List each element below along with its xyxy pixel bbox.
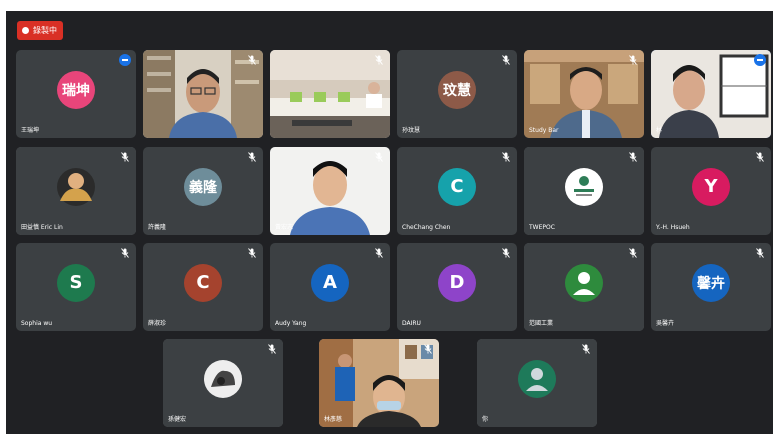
participant-name: 許義隆: [148, 224, 167, 231]
mic-muted-icon[interactable]: [267, 344, 277, 354]
participant-avatar: C: [438, 167, 476, 206]
participant-tile[interactable]: [270, 50, 390, 138]
mic-muted-icon[interactable]: [501, 248, 511, 258]
mic-muted-icon[interactable]: [501, 152, 511, 162]
participant-avatar: 玟慧: [438, 70, 476, 109]
participant-name: 林彥慈: [324, 416, 343, 423]
mic-muted-icon[interactable]: [247, 248, 257, 258]
participant-name: Audy Yang: [275, 320, 307, 327]
participant-name: Y.-H. Hsueh: [656, 224, 690, 231]
participant-name: 你: [482, 416, 489, 423]
participant-tile[interactable]: C CheChang Chen: [397, 147, 517, 235]
recording-label: 錄製中: [33, 26, 57, 35]
participant-name: CheChang Chen: [402, 224, 451, 231]
participant-tile[interactable]: 林彥慈: [319, 339, 439, 427]
participant-avatar: 馨卉: [692, 263, 730, 302]
participant-avatar: 義隆: [184, 167, 222, 206]
participant-tile[interactable]: D DAIRU: [397, 243, 517, 331]
speaking-icon: [754, 54, 766, 66]
mic-muted-icon[interactable]: [755, 248, 765, 258]
meeting-grid: 錄製中 瑞坤王瑞坤 玟慧孙玟慧 Study Bar 林田益慎 Eric Lin 義隆許義…: [6, 11, 773, 434]
mic-muted-icon[interactable]: [628, 152, 638, 162]
mic-muted-icon[interactable]: [755, 152, 765, 162]
participant-tile[interactable]: A Audy Yang: [270, 243, 390, 331]
participant-tile[interactable]: 林: [651, 50, 771, 138]
participant-tile[interactable]: S Sophia wu: [16, 243, 136, 331]
participant-tile[interactable]: 孫健宏: [163, 339, 283, 427]
participant-tile[interactable]: TWEPOC: [524, 147, 644, 235]
mic-muted-icon[interactable]: [423, 344, 433, 354]
participant-tile[interactable]: Study Bar: [524, 50, 644, 138]
participant-avatar: C: [184, 263, 222, 302]
participant-tile[interactable]: 馨卉吳馨卉: [651, 243, 771, 331]
participant-name: 孙玟慧: [402, 127, 421, 134]
participant-tile[interactable]: Y Y.-H. Hsueh: [651, 147, 771, 235]
recording-badge[interactable]: 錄製中: [17, 21, 63, 40]
participant-name: 田益慎 Eric Lin: [21, 224, 63, 231]
participant-tile[interactable]: 你: [477, 339, 597, 427]
participant-name: TWEPOC: [529, 224, 555, 231]
participant-tile[interactable]: 田益慎 Eric Lin: [16, 147, 136, 235]
mic-muted-icon[interactable]: [628, 55, 638, 65]
participant-name: Study Bar: [529, 127, 559, 134]
mic-muted-icon[interactable]: [581, 344, 591, 354]
mic-muted-icon[interactable]: [120, 152, 130, 162]
participant-name: Sophia wu: [21, 320, 53, 327]
record-dot-icon: [22, 27, 29, 34]
participant-tile[interactable]: [143, 50, 263, 138]
participant-avatar: 瑞坤: [57, 70, 95, 109]
participant-name: DAIRU: [402, 320, 421, 327]
participant-name: 吳馨卉: [656, 320, 675, 327]
mic-muted-icon[interactable]: [247, 152, 257, 162]
participant-name: 范國工業: [529, 320, 554, 327]
participant-tile[interactable]: 玟慧孙玟慧: [397, 50, 517, 138]
participant-name: 王瑞坤: [21, 127, 40, 134]
participant-tile[interactable]: 范國工業: [524, 243, 644, 331]
mic-muted-icon[interactable]: [120, 248, 130, 258]
participant-tile[interactable]: 黃宏志: [270, 147, 390, 235]
mic-muted-icon[interactable]: [501, 55, 511, 65]
participant-avatar: S: [57, 263, 95, 302]
participant-name: 黃宏志: [275, 224, 294, 231]
mic-muted-icon[interactable]: [628, 248, 638, 258]
mic-muted-icon[interactable]: [247, 55, 257, 65]
participant-avatar: A: [311, 263, 349, 302]
participant-avatar: Y: [692, 167, 730, 206]
speaking-icon: [119, 54, 131, 66]
mic-muted-icon[interactable]: [374, 152, 384, 162]
mic-muted-icon[interactable]: [374, 55, 384, 65]
participant-name: 薛淑珍: [148, 320, 167, 327]
participant-tile[interactable]: 義隆許義隆: [143, 147, 263, 235]
participant-name: 孫健宏: [168, 416, 187, 423]
mic-muted-icon[interactable]: [374, 248, 384, 258]
participant-tile[interactable]: C 薛淑珍: [143, 243, 263, 331]
participant-avatar: D: [438, 263, 476, 302]
participant-name: 林: [656, 127, 663, 134]
participant-tile[interactable]: 瑞坤王瑞坤: [16, 50, 136, 138]
